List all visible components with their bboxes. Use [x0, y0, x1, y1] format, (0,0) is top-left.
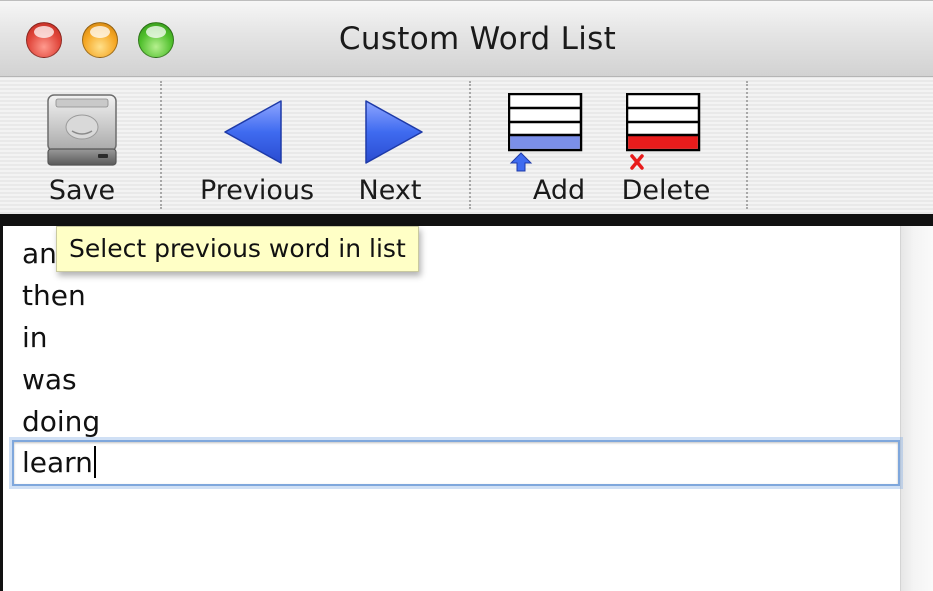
- add-button[interactable]: Add: [500, 77, 590, 215]
- toolbar: Save Previous Next Add Delete: [0, 76, 933, 214]
- custom-word-list-window: Custom Word List Save Previous Next Add …: [0, 0, 933, 591]
- toolbar-separator: [469, 81, 471, 209]
- toolbar-separator: [160, 81, 162, 209]
- previous-button[interactable]: Previous: [195, 77, 319, 215]
- next-label: Next: [358, 175, 422, 206]
- previous-tooltip: Select previous word in list: [56, 226, 419, 272]
- word-edit-field[interactable]: learn: [12, 440, 900, 486]
- word-edit-text: learn: [22, 446, 93, 479]
- previous-label: Previous: [199, 175, 315, 206]
- hard-drive-icon: [42, 91, 122, 175]
- list-item[interactable]: in: [22, 318, 48, 358]
- list-item[interactable]: an: [22, 234, 57, 274]
- add-label: Add: [532, 175, 586, 206]
- list-right-edge: [900, 226, 933, 591]
- delete-label: Delete: [621, 175, 711, 206]
- list-item[interactable]: doing: [22, 402, 100, 442]
- list-add-icon: [507, 92, 584, 177]
- list-item[interactable]: was: [22, 360, 77, 400]
- toolbar-bottom-border: [0, 214, 933, 226]
- right-arrow-icon: [364, 99, 424, 169]
- delete-button[interactable]: Delete: [618, 77, 714, 215]
- window-title: Custom Word List: [338, 21, 617, 57]
- word-list[interactable]: [0, 226, 933, 591]
- text-caret: [93, 446, 96, 478]
- list-item[interactable]: then: [22, 276, 86, 316]
- title-bar[interactable]: Custom Word List: [0, 0, 933, 76]
- save-label: Save: [48, 175, 116, 206]
- list-delete-icon: [625, 92, 702, 177]
- toolbar-separator: [746, 81, 748, 209]
- left-arrow-icon: [223, 99, 283, 169]
- save-button[interactable]: Save: [32, 77, 132, 215]
- next-button[interactable]: Next: [348, 77, 432, 215]
